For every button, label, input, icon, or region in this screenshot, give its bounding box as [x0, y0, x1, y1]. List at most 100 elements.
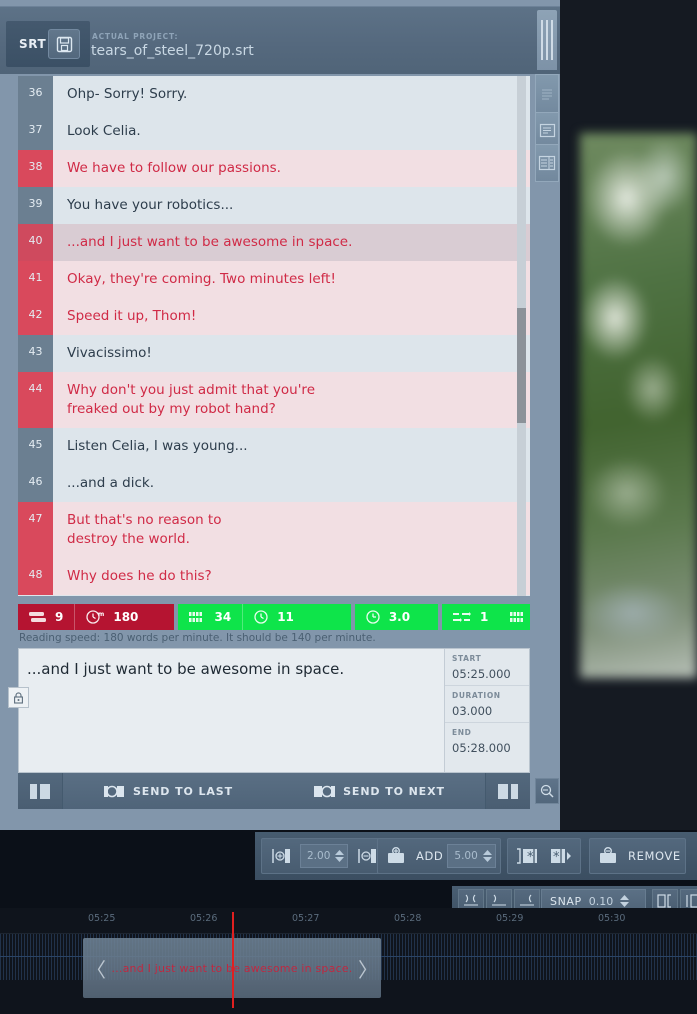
- row-text: Okay, they're coming. Two minutes left!: [53, 261, 530, 298]
- toolbar-group-resize: 2.00: [261, 838, 388, 874]
- timeline-tick: 05:26: [190, 913, 218, 924]
- table-row[interactable]: 42 Speed it up, Thom!: [18, 298, 530, 335]
- save-button[interactable]: [48, 29, 80, 59]
- table-row[interactable]: 41 Okay, they're coming. Two minutes left…: [18, 261, 530, 298]
- table-row[interactable]: 44 Why don't you just admit that you're f…: [18, 372, 530, 428]
- split-left-button[interactable]: *: [512, 842, 542, 870]
- remove-subtitle-button[interactable]: [594, 842, 624, 870]
- row-number: 41: [18, 261, 53, 298]
- badge-value: 9: [55, 610, 64, 624]
- playhead[interactable]: [232, 912, 234, 1008]
- align-left-block-button[interactable]: [18, 773, 63, 809]
- subtitle-text-input[interactable]: ...and I just want to be awesome in spac…: [27, 658, 427, 680]
- rail-tab-document[interactable]: [535, 112, 559, 148]
- time-field-value[interactable]: 03.000: [452, 700, 529, 718]
- toolbar-group-add: ADD 5.00: [377, 838, 501, 874]
- row-number: 48: [18, 558, 53, 595]
- document-table-icon: [538, 155, 556, 171]
- status-badge: 34 11: [178, 604, 351, 630]
- svg-text:m: m: [98, 611, 104, 618]
- editor-window: SRT ACTUAL PROJECT: tears_of_steel_720p.…: [0, 0, 560, 830]
- resize-value-stepper[interactable]: 2.00: [300, 844, 349, 868]
- time-field[interactable]: DURATION 03.000: [445, 686, 529, 722]
- timeline-tick: 05:29: [496, 913, 524, 924]
- table-row[interactable]: 37 Look Celia.: [18, 113, 530, 150]
- send-last-icon: [103, 784, 125, 799]
- table-row[interactable]: 39 You have your robotics...: [18, 187, 530, 224]
- subtitle-editor-panel[interactable]: ...and I just want to be awesome in spac…: [8, 648, 530, 773]
- time-field[interactable]: START 05:25.000: [445, 649, 529, 685]
- lines-count-icon: [29, 611, 46, 623]
- table-row[interactable]: 36 Ohp- Sorry! Sorry.: [18, 76, 530, 113]
- row-text: We have to follow our passions.: [53, 150, 530, 187]
- drag-grip-icon[interactable]: [537, 10, 557, 70]
- subtitle-list[interactable]: 36 Ohp- Sorry! Sorry. 37 Look Celia. 38 We ha…: [18, 76, 530, 596]
- stepper-arrows[interactable]: [335, 850, 345, 862]
- lock-icon[interactable]: [8, 687, 29, 708]
- send-to-last-button[interactable]: SEND TO LAST: [63, 773, 274, 809]
- row-number: 39: [18, 187, 53, 224]
- subtitle-list-scrollbar[interactable]: [517, 76, 526, 596]
- wave-snap-left-icon: [490, 893, 508, 909]
- add-value-stepper[interactable]: 5.00: [447, 844, 496, 868]
- badge-cell: 9: [18, 604, 74, 630]
- bracket-left-icon: [684, 893, 697, 909]
- clip-left-handle[interactable]: 〈: [83, 938, 109, 998]
- time-field-value[interactable]: 05:25.000: [452, 663, 529, 681]
- document-text-icon: [539, 123, 556, 138]
- table-row[interactable]: 47 But that's no reason to destroy the wo…: [18, 502, 530, 558]
- table-row[interactable]: 45 Listen Celia, I was young...: [18, 428, 530, 465]
- table-row[interactable]: 40 ...and I just want to be awesome in sp…: [18, 224, 530, 261]
- table-row[interactable]: 38 We have to follow our passions.: [18, 150, 530, 187]
- stepper-arrows[interactable]: [482, 850, 492, 862]
- row-text: Vivacissimo!: [53, 335, 530, 372]
- table-row[interactable]: 46 ...and a dick.: [18, 465, 530, 502]
- table-row[interactable]: 43 Vivacissimo!: [18, 335, 530, 372]
- stepper-arrows[interactable]: [620, 895, 630, 907]
- time-field-label: DURATION: [452, 691, 501, 700]
- row-number: 40: [18, 224, 53, 261]
- add-subtitle-icon: [386, 847, 408, 865]
- titlebar: SRT ACTUAL PROJECT: tears_of_steel_720p.…: [0, 6, 560, 74]
- rail-tab-list[interactable]: [535, 74, 559, 116]
- gap-icon: [453, 611, 471, 623]
- align-right-block-button[interactable]: [485, 773, 530, 809]
- badge-cell: 1: [442, 604, 499, 630]
- time-field[interactable]: END 05:28.000: [445, 723, 529, 759]
- clock-cpm-icon: m: [86, 610, 104, 624]
- table-row[interactable]: 48 Why does he do this?: [18, 558, 530, 595]
- status-badge: 9 m 180: [18, 604, 175, 630]
- row-text: You have your robotics...: [53, 187, 530, 224]
- format-tab-label: SRT: [19, 37, 47, 51]
- timeline-ruler[interactable]: 05:25 05:26 05:27 05:28 05:29 05:30: [0, 908, 697, 934]
- clip-right-handle[interactable]: 〉: [355, 938, 381, 998]
- video-preview-stage: [560, 0, 697, 830]
- row-number: 47: [18, 502, 53, 558]
- bracket-right-icon: [656, 893, 674, 909]
- tag-edit-button[interactable]: [535, 778, 559, 804]
- timeline-tick: 05:27: [292, 913, 320, 924]
- time-field-label: END: [452, 728, 472, 737]
- lower-toolbar: 2.00 ADD 5.00 * * REMOVE: [255, 832, 697, 880]
- badge-value: 180: [113, 610, 139, 624]
- add-subtitle-button[interactable]: [382, 842, 412, 870]
- badge-cell: m 180: [75, 604, 149, 630]
- send-to-next-button[interactable]: SEND TO NEXT: [274, 773, 485, 809]
- badge-value: 1: [480, 610, 489, 624]
- remove-subtitle-icon: [598, 847, 620, 865]
- characters-icon: [510, 611, 526, 623]
- list-lines-icon: [540, 87, 554, 103]
- row-number: 45: [18, 428, 53, 465]
- expand-inward-button[interactable]: [266, 842, 296, 870]
- split-right-button[interactable]: *: [546, 842, 576, 870]
- resize-value: 2.00: [307, 850, 331, 862]
- svg-text:*: *: [553, 850, 560, 865]
- rail-tab-table[interactable]: [535, 144, 559, 182]
- badge-cell: 11: [243, 604, 305, 630]
- row-number: 38: [18, 150, 53, 187]
- clock-icon: [254, 610, 268, 624]
- scrollbar-thumb[interactable]: [517, 308, 526, 423]
- badge-cell: 34: [178, 604, 242, 630]
- add-label: ADD: [416, 849, 444, 863]
- time-field-value[interactable]: 05:28.000: [452, 737, 529, 755]
